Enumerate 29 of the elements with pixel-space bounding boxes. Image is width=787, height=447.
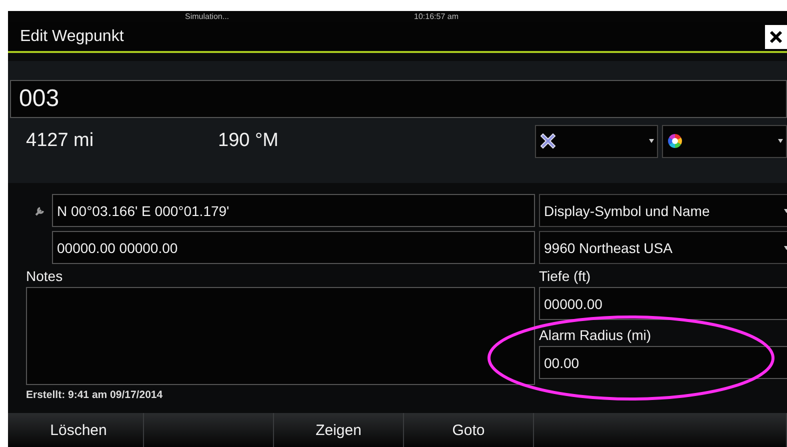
name-field[interactable]: 003 (10, 80, 787, 118)
symbol-dropdown[interactable] (535, 124, 658, 158)
chart-dropdown[interactable]: 9960 Northeast USA (539, 231, 787, 264)
cross-symbol-icon (540, 133, 556, 149)
bearing-value: 190 °M (218, 130, 280, 152)
color-dropdown[interactable] (662, 124, 787, 158)
close-button[interactable] (765, 24, 787, 48)
color-wheel-icon (667, 133, 683, 149)
notes-field[interactable] (26, 287, 535, 385)
notes-label: Notes (26, 268, 64, 285)
caret-icon (649, 139, 654, 143)
display-dropdown[interactable]: Display-Symbol und Name (539, 194, 787, 227)
depth-field[interactable]: 00000.00 (539, 287, 787, 320)
created-timestamp: Erstellt: 9:41 am 09/17/2014 (26, 389, 164, 401)
alarm-radius-label: Alarm Radius (mi) (539, 327, 652, 344)
position-field[interactable]: N 00°03.166' E 000°01.179' (52, 194, 535, 227)
position-alt-field[interactable]: 00000.00 00000.00 (52, 231, 535, 264)
soft-key-button[interactable]: Zeigen (274, 413, 404, 447)
alarm-radius-field[interactable]: 00.00 (539, 346, 787, 379)
depth-label: Tiefe (ft) (539, 268, 592, 285)
distance-value: 4127 mi (26, 130, 95, 152)
window-title: Edit Wegpunkt (20, 28, 124, 46)
clock-time: 10:16:57 am (414, 12, 459, 22)
wrench-icon (35, 205, 46, 216)
caret-icon (778, 139, 783, 143)
soft-key-button[interactable]: Löschen (14, 413, 144, 447)
simulation-status: Simulation... (185, 12, 230, 22)
soft-key-button[interactable]: Goto (404, 413, 534, 447)
close-icon (769, 30, 783, 44)
